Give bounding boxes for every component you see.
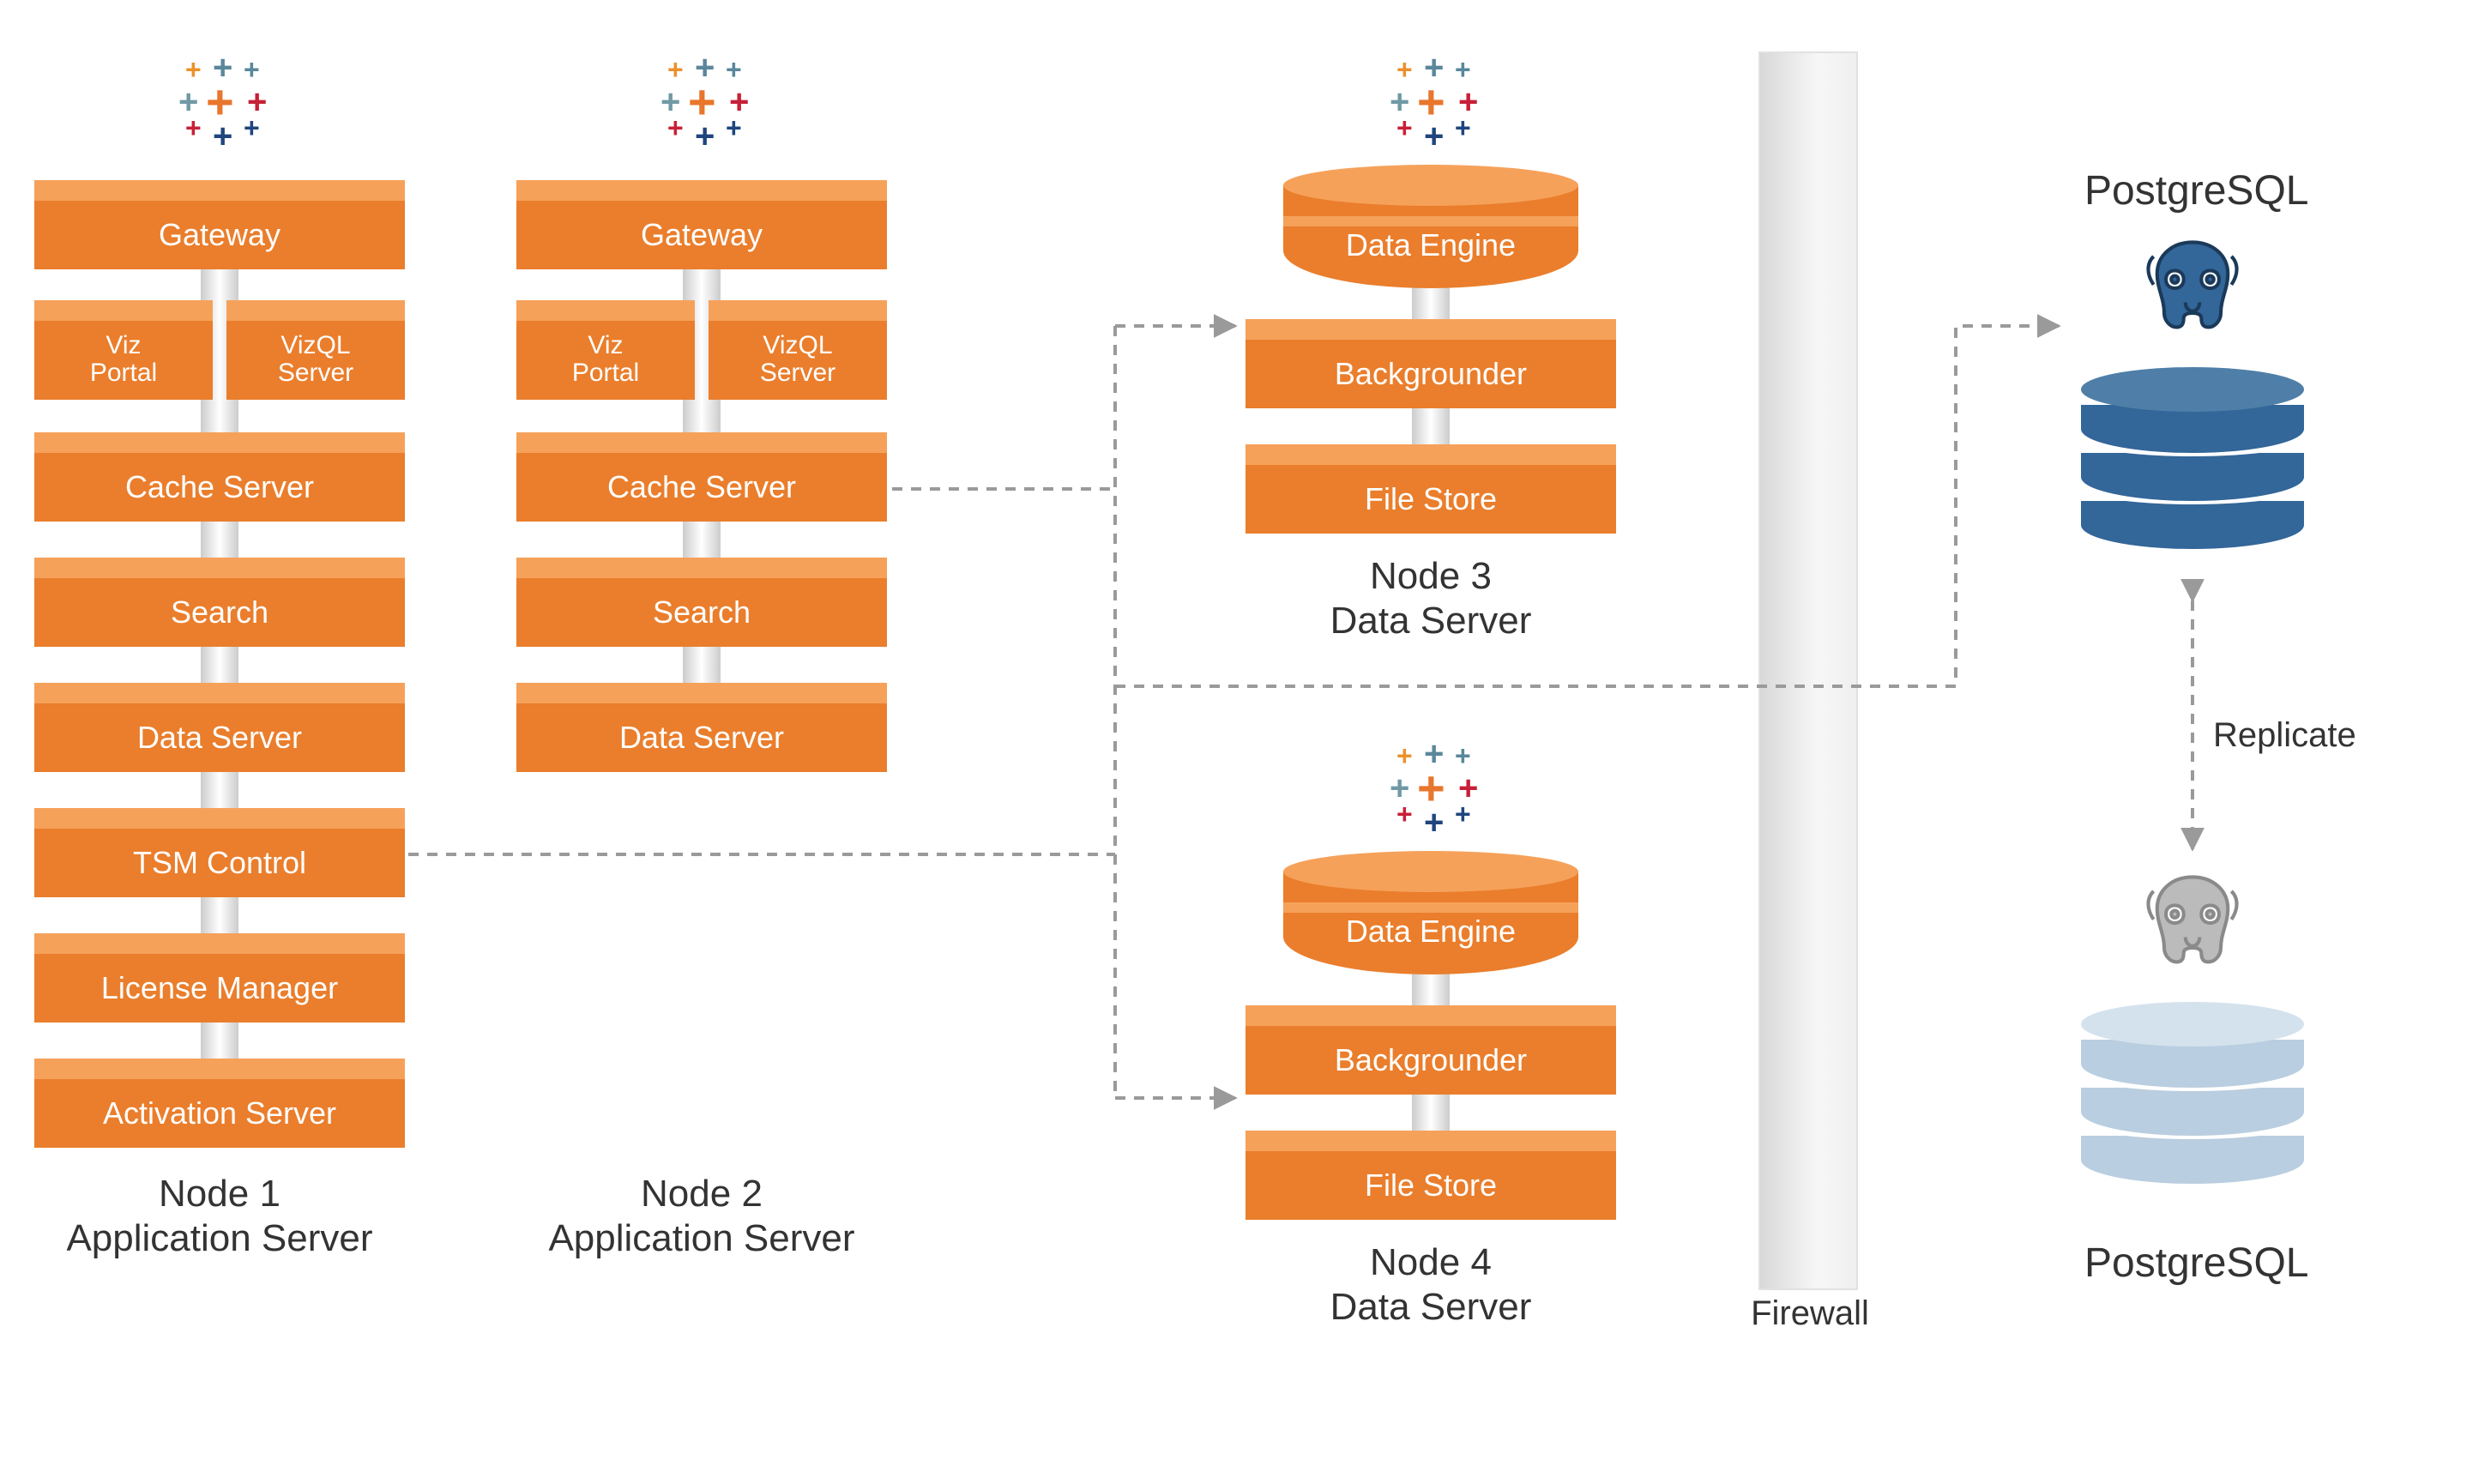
- node1-data-server: Data Server: [34, 683, 405, 772]
- node3-file-store: File Store: [1246, 444, 1616, 534]
- node4-data-engine: Data Engine: [1283, 851, 1578, 974]
- caption-line1: Node 1: [0, 1172, 439, 1216]
- label: Search: [171, 594, 268, 630]
- postgresql-replica-db-icon: [2081, 1002, 2304, 1208]
- tableau-logo-icon: + + + + + + + + +: [172, 51, 268, 148]
- tableau-logo-icon: + + + + + + + + +: [1383, 51, 1479, 148]
- caption-line2: Application Server: [482, 1216, 921, 1261]
- postgresql-icon: [2136, 232, 2249, 345]
- firewall-label: Firewall: [1716, 1295, 1904, 1335]
- node3-backgrounder: Backgrounder: [1246, 319, 1616, 408]
- label: File Store: [1365, 1167, 1497, 1203]
- caption-line2: Data Server: [1211, 1285, 1650, 1330]
- node4-file-store: File Store: [1246, 1131, 1616, 1220]
- node1-viz-portal: Viz Portal: [34, 300, 213, 400]
- node1-tsm-control: TSM Control: [34, 808, 405, 897]
- node2-data-server: Data Server: [516, 683, 887, 772]
- postgresql-primary-db-icon: [2081, 367, 2304, 573]
- label: Gateway: [159, 217, 280, 253]
- postgresql-primary-title: PostgreSQL: [2084, 168, 2308, 216]
- node2-caption: Node 2 Application Server: [482, 1172, 921, 1261]
- tableau-logo-icon: + + + + + + + + +: [1383, 738, 1479, 834]
- node1-license-manager: License Manager: [34, 933, 405, 1023]
- node1-vizql-server: VizQL Server: [226, 300, 405, 400]
- postgresql-icon: [2136, 866, 2249, 980]
- caption-line2: Data Server: [1211, 599, 1650, 643]
- label: Gateway: [641, 217, 763, 253]
- caption-line2: Application Server: [0, 1216, 439, 1261]
- label: Search: [653, 594, 751, 630]
- node2-search: Search: [516, 558, 887, 647]
- label: Viz Portal: [572, 332, 639, 389]
- label: TSM Control: [133, 845, 306, 881]
- label: Data Server: [137, 720, 302, 756]
- node1-activation-server: Activation Server: [34, 1059, 405, 1148]
- node2-viz-portal: Viz Portal: [516, 300, 695, 400]
- label: Data Engine: [1283, 228, 1578, 264]
- caption-line1: Node 4: [1211, 1240, 1650, 1285]
- tableau-logo-icon: + + + + + + + + +: [654, 51, 750, 148]
- label: Backgrounder: [1335, 1042, 1527, 1078]
- label: License Manager: [101, 970, 338, 1006]
- label: File Store: [1365, 481, 1497, 517]
- node2-vizql-server: VizQL Server: [709, 300, 887, 400]
- node3-data-engine: Data Engine: [1283, 165, 1578, 288]
- label: Data Server: [619, 720, 784, 756]
- label: Activation Server: [103, 1095, 336, 1131]
- replicate-label: Replicate: [2213, 717, 2419, 757]
- node1-cache-server: Cache Server: [34, 432, 405, 522]
- postgresql-replica-title: PostgreSQL: [2084, 1240, 2308, 1288]
- firewall: [1758, 51, 1858, 1290]
- label: Backgrounder: [1335, 356, 1527, 392]
- label: Viz Portal: [90, 332, 157, 389]
- label: VizQL Server: [278, 332, 353, 389]
- node2-cache-server: Cache Server: [516, 432, 887, 522]
- label: Data Engine: [1283, 914, 1578, 950]
- node4-caption: Node 4 Data Server: [1211, 1240, 1650, 1330]
- node1-caption: Node 1 Application Server: [0, 1172, 439, 1261]
- label: Cache Server: [607, 469, 796, 505]
- node3-caption: Node 3 Data Server: [1211, 554, 1650, 643]
- node2-gateway: Gateway: [516, 180, 887, 269]
- label: Cache Server: [125, 469, 314, 505]
- node1-search: Search: [34, 558, 405, 647]
- caption-line1: Node 2: [482, 1172, 921, 1216]
- node1-gateway: Gateway: [34, 180, 405, 269]
- node4-backgrounder: Backgrounder: [1246, 1005, 1616, 1095]
- caption-line1: Node 3: [1211, 554, 1650, 599]
- label: VizQL Server: [760, 332, 835, 389]
